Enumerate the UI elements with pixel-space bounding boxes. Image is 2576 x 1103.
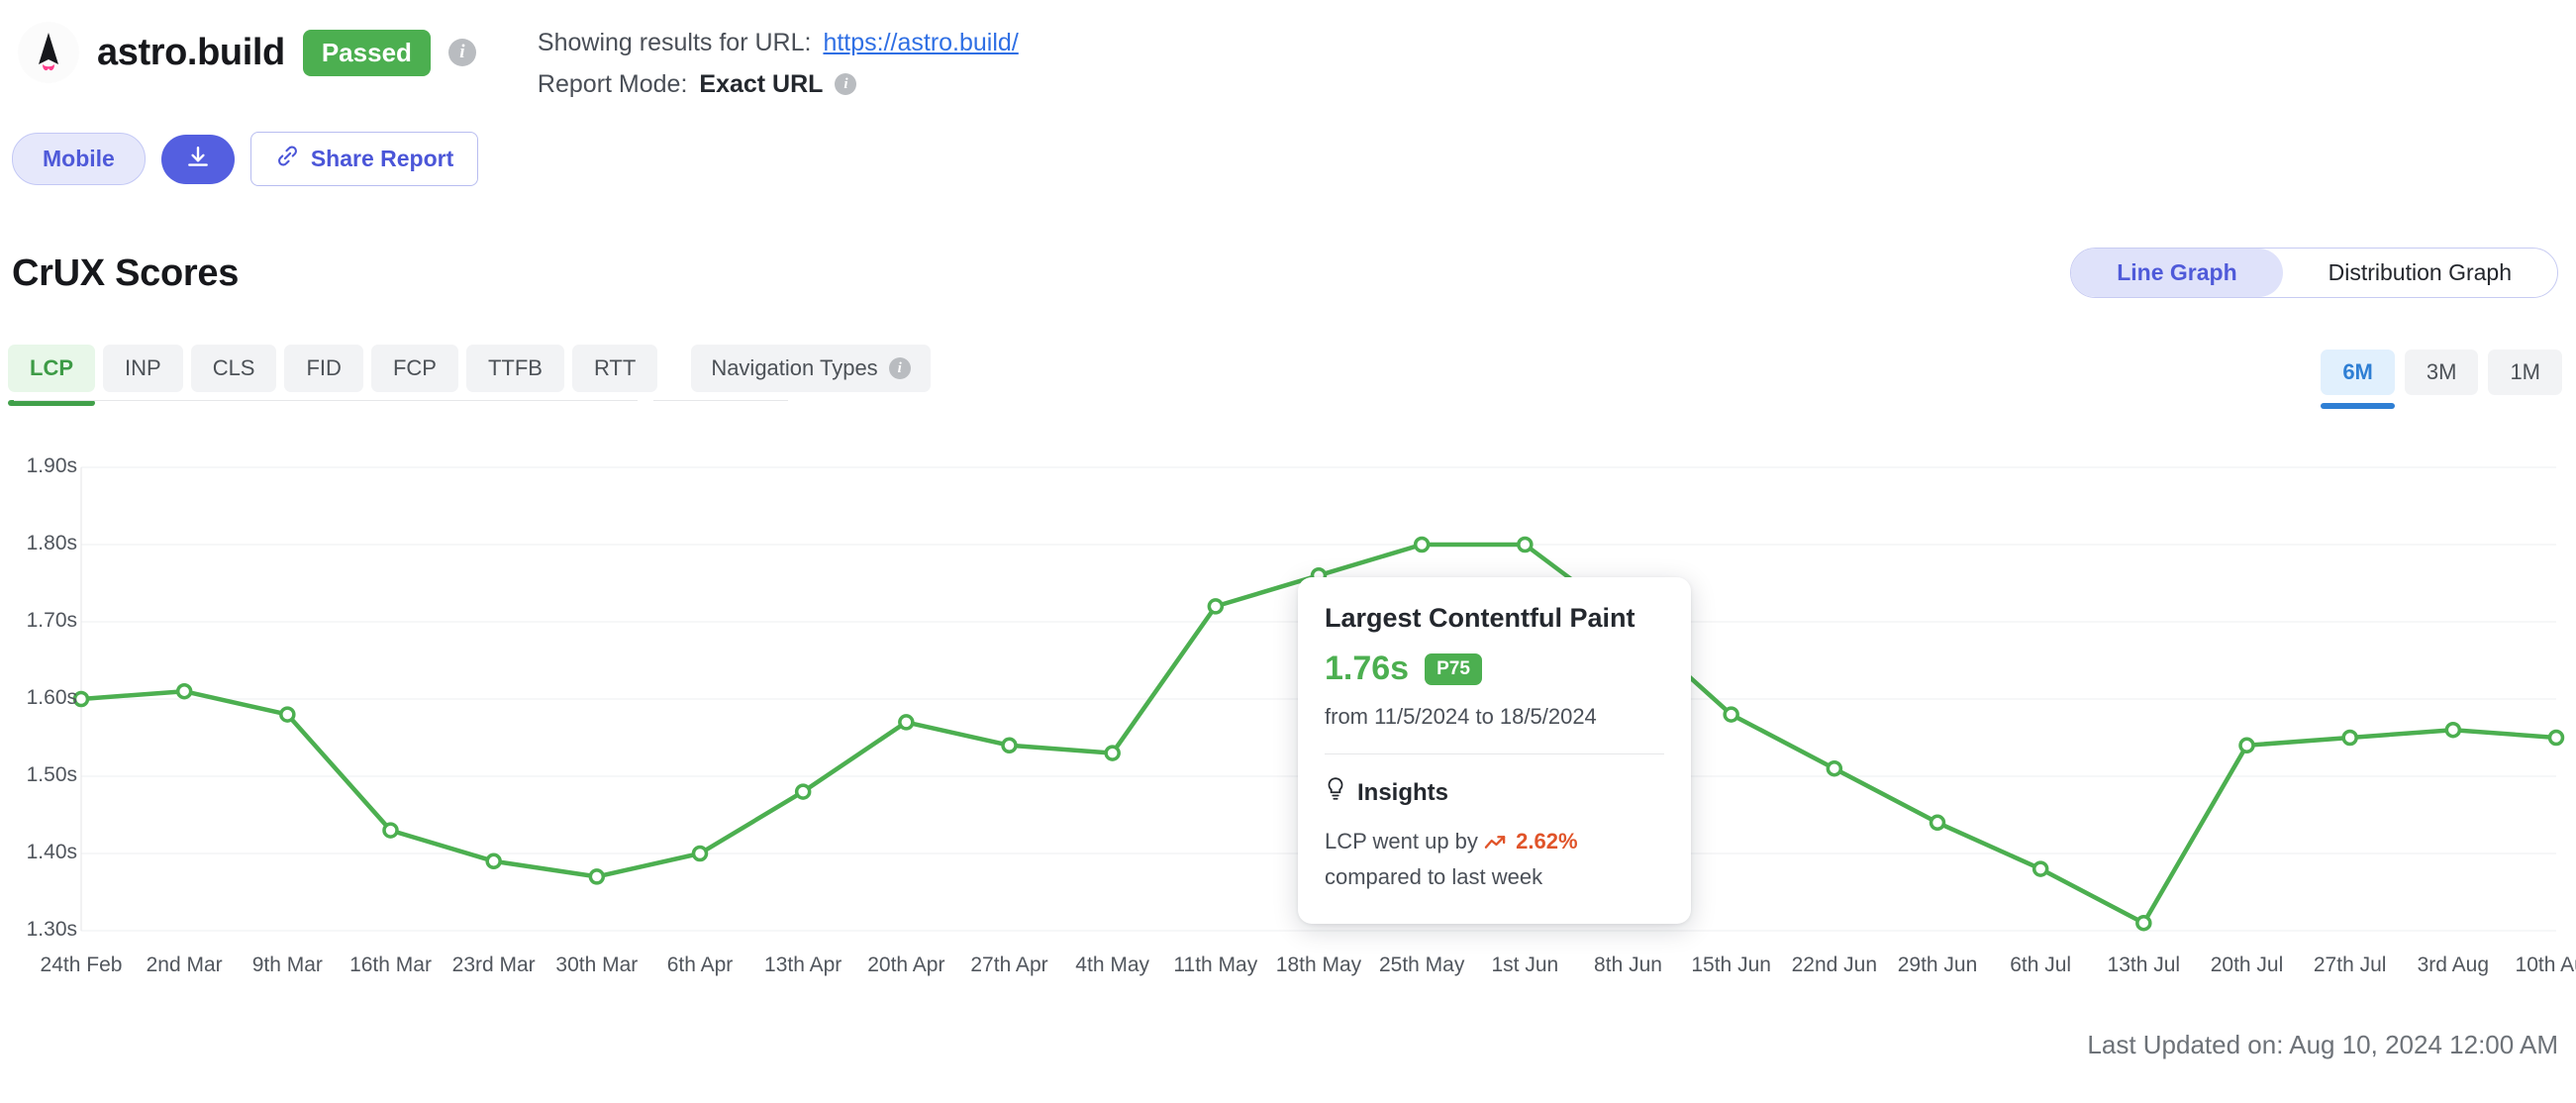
report-mode-line: Report Mode: Exact URL i — [538, 63, 1019, 105]
toggle-distribution-graph[interactable]: Distribution Graph — [2283, 249, 2557, 297]
tabs-divider — [14, 400, 638, 401]
y-axis-tick: 1.90s — [26, 454, 77, 477]
x-axis-tick: 16th Mar — [349, 953, 432, 976]
x-axis-tick: 9th Mar — [251, 953, 323, 976]
y-axis-tick: 1.50s — [26, 763, 77, 786]
x-axis-tick: 13th Jul — [2107, 953, 2181, 976]
x-axis-tick: 29th Jun — [1897, 953, 1978, 976]
x-axis-tick: 27th Jul — [2313, 953, 2387, 976]
tab-fid[interactable]: FID — [284, 345, 363, 392]
tab-navigation-types[interactable]: Navigation Types i — [691, 345, 931, 392]
tab-ttfb[interactable]: TTFB — [465, 345, 564, 392]
graph-type-toggle: Line Graph Distribution Graph — [2070, 248, 2558, 298]
device-toggle-mobile-button[interactable]: Mobile — [12, 133, 146, 185]
share-report-label: Share Report — [310, 146, 454, 171]
tooltip-insights-body: LCP went up by 2.62% compared to last we… — [1325, 825, 1664, 894]
tooltip-date-range: from 11/5/2024 to 18/5/2024 — [1325, 704, 1597, 729]
trend-up-icon — [1484, 827, 1507, 860]
x-axis-tick: 20th Apr — [867, 953, 945, 976]
url-line: Showing results for URL: https://astro.b… — [538, 22, 1019, 63]
report-mode-value: Exact URL — [699, 70, 824, 98]
report-url-link[interactable]: https://astro.build/ — [823, 22, 1018, 63]
x-axis-tick: 2nd Mar — [146, 953, 223, 976]
brand-block: astro.build Passed i — [18, 18, 476, 87]
lcp-line-chart — [0, 451, 2576, 946]
report-mode-info-icon[interactable]: i — [835, 73, 857, 95]
insight-delta: 2.62% — [1516, 829, 1578, 853]
tabs-divider-secondary — [653, 400, 788, 401]
url-label: Showing results for URL: — [537, 29, 812, 56]
url-info-block: Showing results for URL: https://astro.b… — [538, 18, 1019, 105]
x-axis-tick: 6th Apr — [666, 953, 734, 976]
x-axis-tick: 18th May — [1275, 953, 1362, 976]
insight-prefix: LCP went up by — [1325, 829, 1478, 853]
x-axis-tick: 3rd Aug — [2417, 953, 2490, 976]
tab-lcp[interactable]: LCP — [8, 345, 95, 406]
navigation-types-label: Navigation Types — [711, 355, 878, 380]
x-axis-tick: 20th Jul — [2210, 953, 2284, 976]
range-6m[interactable]: 6M — [2321, 350, 2395, 409]
y-axis-tick: 1.40s — [26, 841, 77, 863]
tooltip-value-row: 1.76s P75 — [1325, 650, 1664, 688]
report-mode-label: Report Mode: — [537, 70, 688, 98]
y-axis-tick: 1.80s — [26, 532, 77, 554]
x-axis-tick: 10th Aug — [2515, 953, 2576, 976]
report-header: astro.build Passed i Showing results for… — [18, 18, 1019, 105]
chart-tooltip: Largest Contentful Paint 1.76s P75 from … — [1298, 577, 1691, 924]
y-axis-tick: 1.60s — [26, 686, 77, 709]
download-report-button[interactable] — [160, 134, 235, 184]
tab-cls[interactable]: CLS — [190, 345, 277, 392]
x-axis-tick: 15th Jun — [1691, 953, 1771, 976]
insight-suffix: compared to last week — [1325, 864, 1543, 889]
x-axis-tick: 8th Jun — [1594, 953, 1662, 976]
y-axis-tick: 1.70s — [26, 609, 77, 632]
chart-canvas — [72, 466, 2565, 932]
page-title: CrUX Scores — [12, 252, 240, 294]
x-axis-tick: 24th Feb — [40, 953, 123, 976]
info-icon[interactable]: i — [447, 39, 476, 66]
x-axis-tick: 6th Jul — [2010, 953, 2072, 976]
range-1m[interactable]: 1M — [2488, 350, 2562, 395]
bulb-icon — [1325, 776, 1346, 809]
status-badge: Passed — [302, 29, 431, 76]
x-axis-tick: 11th May — [1173, 953, 1258, 976]
tab-fcp[interactable]: FCP — [370, 345, 458, 392]
x-axis-tick: 22nd Jun — [1791, 953, 1878, 976]
share-report-button[interactable]: Share Report — [249, 132, 479, 186]
x-axis-tick: 27th Apr — [970, 953, 1048, 976]
range-3m[interactable]: 3M — [2404, 350, 2479, 395]
last-updated-text: Last Updated on: Aug 10, 2024 12:00 AM — [2087, 1030, 2558, 1059]
toggle-line-graph[interactable]: Line Graph — [2071, 249, 2283, 297]
astro-logo-icon — [18, 22, 79, 83]
tooltip-title: Largest Contentful Paint — [1325, 603, 1635, 633]
x-axis-tick: 1st Jun — [1491, 953, 1559, 976]
x-axis-tick: 25th May — [1378, 953, 1465, 976]
tooltip-insights-header: Insights — [1325, 776, 1664, 809]
x-axis-labels: 24th Feb 2nd Mar 9th Mar 16th Mar 23rd Mar 30… — [0, 953, 2576, 985]
tooltip-value: 1.76s — [1325, 650, 1410, 687]
tab-inp[interactable]: INP — [103, 345, 183, 392]
time-range-selector: 6M 3M 1M — [2321, 350, 2562, 409]
metric-tabs: LCP INP CLS FID FCP TTFB RTT Navigation … — [8, 345, 939, 406]
x-axis-tick: 4th May — [1075, 953, 1150, 976]
action-bar: Mobile Share Report — [12, 132, 479, 186]
y-axis-tick: 1.30s — [26, 918, 77, 941]
tab-rtt[interactable]: RTT — [571, 345, 658, 392]
x-axis-tick: 13th Apr — [764, 953, 842, 976]
navigation-types-info-icon[interactable]: i — [888, 357, 911, 379]
tooltip-percentile-badge: P75 — [1425, 652, 1482, 685]
x-axis-tick: 30th Mar — [555, 953, 639, 976]
x-axis-tick: 23rd Mar — [451, 953, 536, 976]
report-page: astro.build Passed i Showing results for… — [0, 0, 2576, 1103]
link-icon — [275, 144, 300, 174]
tooltip-insights-label: Insights — [1357, 778, 1449, 806]
site-title: astro.build — [97, 31, 285, 73]
tooltip-divider — [1325, 753, 1664, 754]
download-icon — [185, 145, 211, 173]
